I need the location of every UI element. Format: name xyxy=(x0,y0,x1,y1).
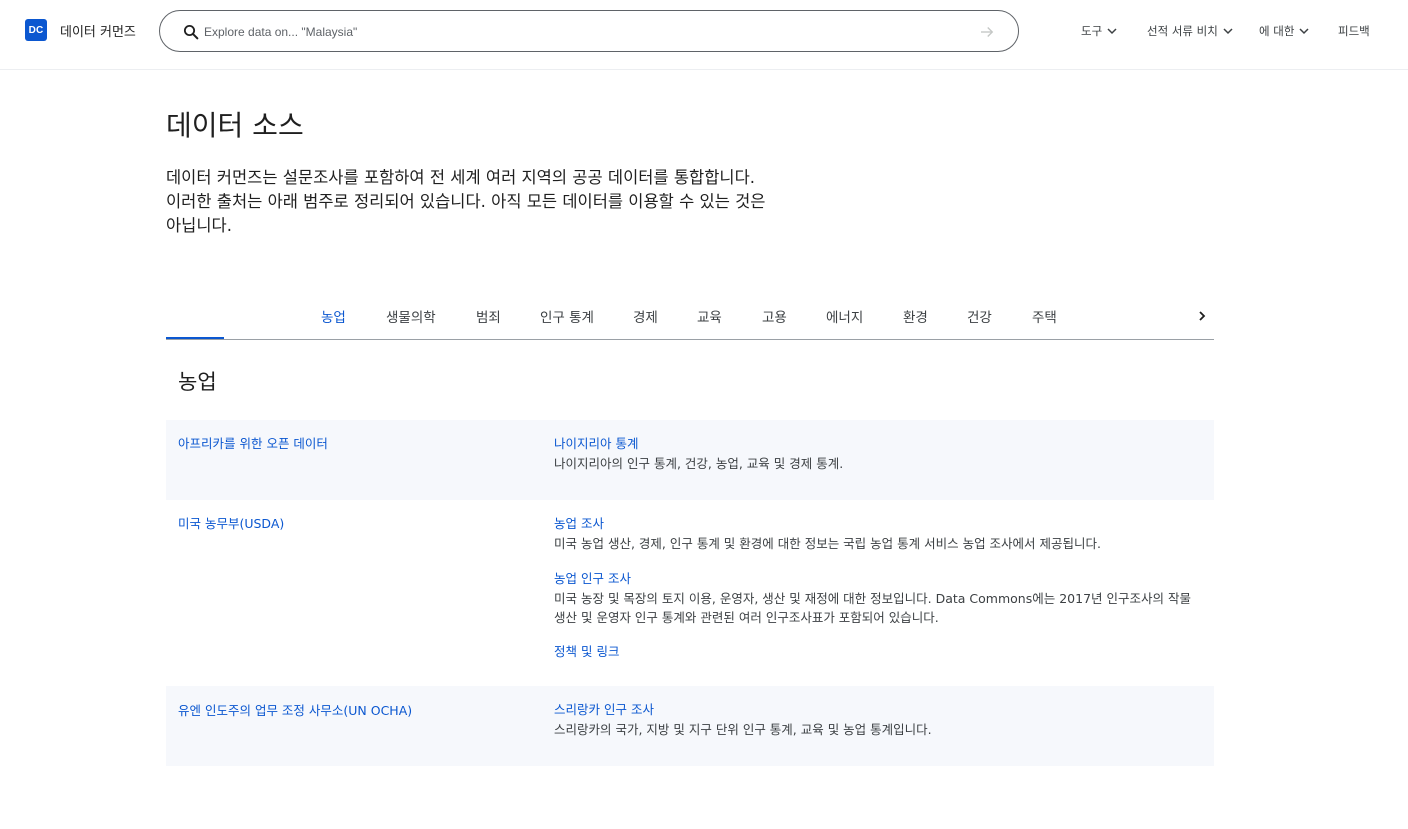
dataset-link[interactable]: 나이지리아 통계 xyxy=(554,433,638,452)
chevron-down-icon xyxy=(1299,28,1309,35)
source-row: 아프리카를 위한 오픈 데이터 나이지리아 통계 나이지리아의 인구 통계, 건… xyxy=(166,420,1214,500)
tab-agriculture[interactable]: 농업 xyxy=(321,306,346,326)
tab-environment[interactable]: 환경 xyxy=(903,306,928,326)
nav-tools-label: 도구 xyxy=(1081,24,1103,38)
tab-education[interactable]: 교육 xyxy=(697,306,722,326)
search-icon xyxy=(183,24,199,40)
page-title: 데이터 소스 xyxy=(166,109,304,142)
policy-links[interactable]: 정책 및 링크 xyxy=(554,641,619,660)
nav-feedback-label: 피드백 xyxy=(1338,24,1370,38)
intro-text: 데이터 커먼즈는 설문조사를 포함하여 전 세계 여러 지역의 공공 데이터를 … xyxy=(166,168,766,235)
source-row: 미국 농무부(USDA) 농업 조사 미국 농업 생산, 경제, 인구 통계 및… xyxy=(166,500,1214,686)
nav-tools[interactable]: 도구 xyxy=(1081,22,1118,40)
tab-energy[interactable]: 에너지 xyxy=(826,306,863,326)
dataset-description: 미국 농장 및 목장의 토지 이용, 운영자, 생산 및 재정에 대한 정보입니… xyxy=(554,591,1191,625)
arrow-right-icon[interactable] xyxy=(978,23,996,41)
tab-biomedical[interactable]: 생물의학 xyxy=(386,306,436,326)
tab-employment[interactable]: 고용 xyxy=(762,306,787,326)
tab-crime[interactable]: 범죄 xyxy=(476,306,501,326)
search-input[interactable] xyxy=(204,23,964,41)
tab-health[interactable]: 건강 xyxy=(967,306,992,326)
dataset-description: 미국 농업 생산, 경제, 인구 통계 및 환경에 대한 정보는 국립 농업 통… xyxy=(554,536,1101,551)
nav-feedback[interactable]: 피드백 xyxy=(1338,22,1370,40)
dataset-link[interactable]: 농업 조사 xyxy=(554,513,604,532)
dataset-description: 스리랑카의 국가, 지방 및 지구 단위 인구 통계, 교육 및 농업 통계입니… xyxy=(554,722,932,737)
chevron-right-icon[interactable] xyxy=(1194,308,1210,324)
tab-economy[interactable]: 경제 xyxy=(633,306,658,326)
tab-demographics[interactable]: 인구 통계 xyxy=(540,306,594,326)
dataset-link[interactable]: 농업 인구 조사 xyxy=(554,568,631,587)
source-org-link[interactable]: 유엔 인도주의 업무 조정 사무소(UN OCHA) xyxy=(178,700,412,719)
top-header: DC 데이터 커먼즈 도구 선적 서류 비치 에 대한 피드백 xyxy=(0,0,1408,70)
active-tab-indicator xyxy=(166,337,224,339)
source-org-link[interactable]: 아프리카를 위한 오픈 데이터 xyxy=(178,433,328,452)
chevron-down-icon xyxy=(1107,28,1117,35)
search-bar[interactable] xyxy=(159,10,1019,52)
chevron-down-icon xyxy=(1223,28,1233,35)
tab-housing[interactable]: 주택 xyxy=(1032,306,1057,326)
nav-documentation-label: 선적 서류 비치 xyxy=(1147,24,1218,38)
brand-name[interactable]: 데이터 커먼즈 xyxy=(60,21,136,40)
dataset-description: 나이지리아의 인구 통계, 건강, 농업, 교육 및 경제 통계. xyxy=(554,456,844,471)
logo[interactable]: DC xyxy=(25,19,47,41)
source-row: 유엔 인도주의 업무 조정 사무소(UN OCHA) 스리랑카 인구 조사 스리… xyxy=(166,686,1214,766)
nav-about-label: 에 대한 xyxy=(1259,24,1295,38)
nav-about[interactable]: 에 대한 xyxy=(1259,22,1310,40)
nav-documentation[interactable]: 선적 서류 비치 xyxy=(1147,22,1234,40)
category-tabs: 농업 생물의학 범죄 인구 통계 경제 교육 고용 에너지 환경 건강 주택 xyxy=(166,296,1214,340)
section-title: 농업 xyxy=(178,370,217,394)
source-org-link[interactable]: 미국 농무부(USDA) xyxy=(178,513,284,532)
dataset-link[interactable]: 스리랑카 인구 조사 xyxy=(554,699,654,718)
